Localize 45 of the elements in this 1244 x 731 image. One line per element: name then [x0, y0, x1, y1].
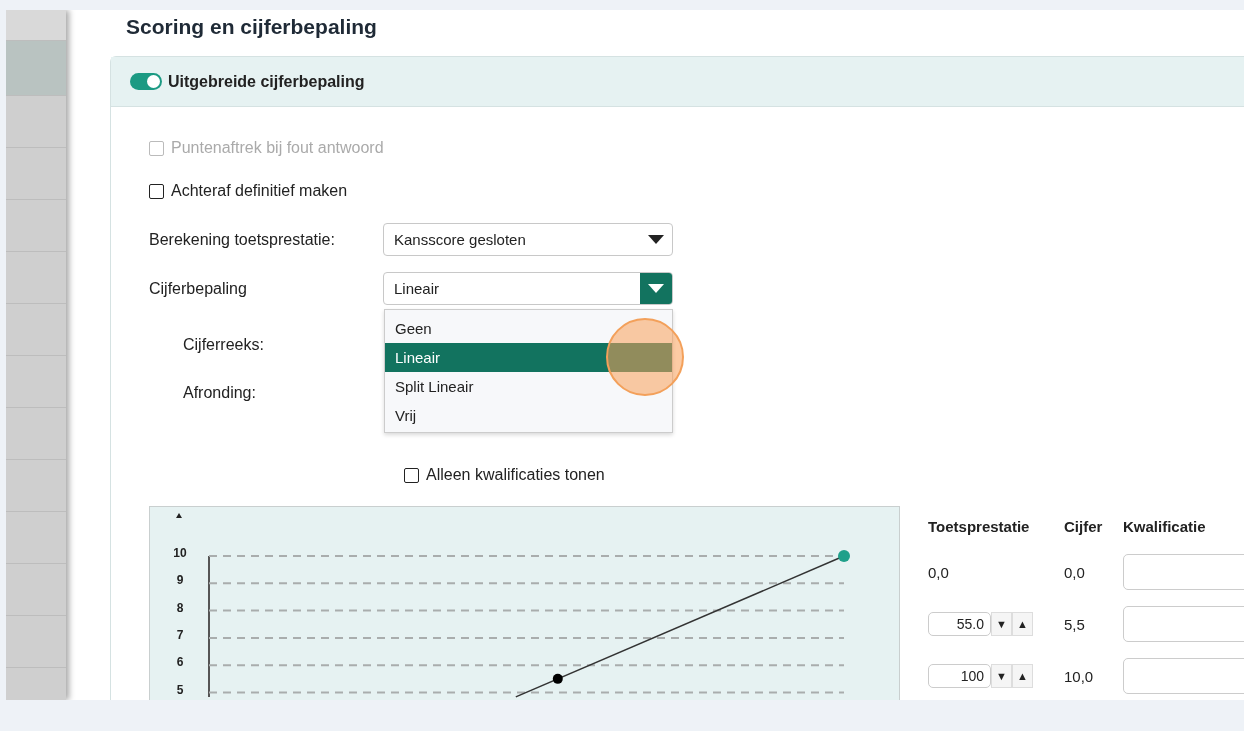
- field-label: Cijferreeks:: [183, 336, 264, 354]
- decrement-button[interactable]: ▼: [991, 664, 1012, 688]
- field-label: Afronding:: [183, 384, 256, 402]
- toggle-switch[interactable]: [130, 73, 162, 90]
- dropdown-option[interactable]: Split Lineair: [385, 372, 672, 401]
- number-field[interactable]: 100: [928, 664, 991, 688]
- input-field[interactable]: [1123, 658, 1244, 694]
- dropdown-option[interactable]: Geen: [385, 314, 672, 343]
- increment-button[interactable]: ▲: [1012, 612, 1033, 636]
- toggle-label: Uitgebreide cijferbepaling: [168, 72, 365, 91]
- decrement-button[interactable]: ▼: [991, 612, 1012, 636]
- field-label: Berekening toetsprestatie:: [149, 230, 336, 249]
- table-cell: 0,0: [928, 563, 949, 581]
- select-value: Lineair: [394, 280, 440, 297]
- dropdown-option[interactable]: Vrij: [385, 401, 672, 430]
- tick-label: 10: [173, 546, 187, 560]
- checkbox[interactable]: [149, 183, 164, 199]
- caret-icon: [648, 284, 664, 293]
- number-field[interactable]: 55.0: [928, 612, 991, 636]
- input-field[interactable]: [1123, 606, 1244, 642]
- dropdown-select[interactable]: Lineair: [383, 272, 673, 305]
- caret-icon: [648, 235, 664, 244]
- table-cell: 10,0: [1064, 667, 1094, 685]
- column-header: Kwalificatie: [1123, 517, 1207, 535]
- section-title: Scoring en cijferbepaling: [125, 14, 378, 40]
- tick-label: 8: [176, 600, 184, 615]
- table-cell: 5,5: [1064, 615, 1085, 633]
- select-value: Kansscore gesloten: [394, 231, 526, 248]
- checkbox-label: Alleen kwalificaties tonen: [426, 466, 605, 484]
- tick-label: 9: [176, 573, 184, 588]
- table-cell: 0,0: [1064, 563, 1085, 581]
- tick-label: 5: [176, 682, 184, 697]
- column-header: Cijfer: [1064, 517, 1104, 535]
- dropdown-select[interactable]: Kansscore gesloten: [383, 223, 673, 256]
- checkbox[interactable]: [404, 467, 419, 483]
- column-header: Toetsprestatie: [928, 517, 1031, 535]
- checkbox-label: Achteraf definitief maken: [171, 182, 348, 200]
- checkbox-label: Puntenaftrek bij fout antwoord: [171, 139, 384, 157]
- tick-label: 6: [176, 655, 184, 670]
- axis-arrow-icon: [176, 513, 182, 518]
- field-label: Cijferbepaling: [149, 279, 248, 298]
- tick-label: 7: [176, 627, 184, 642]
- increment-button[interactable]: ▲: [1012, 664, 1033, 688]
- dropdown-option[interactable]: Lineair: [385, 343, 672, 372]
- input-field[interactable]: [1123, 554, 1244, 590]
